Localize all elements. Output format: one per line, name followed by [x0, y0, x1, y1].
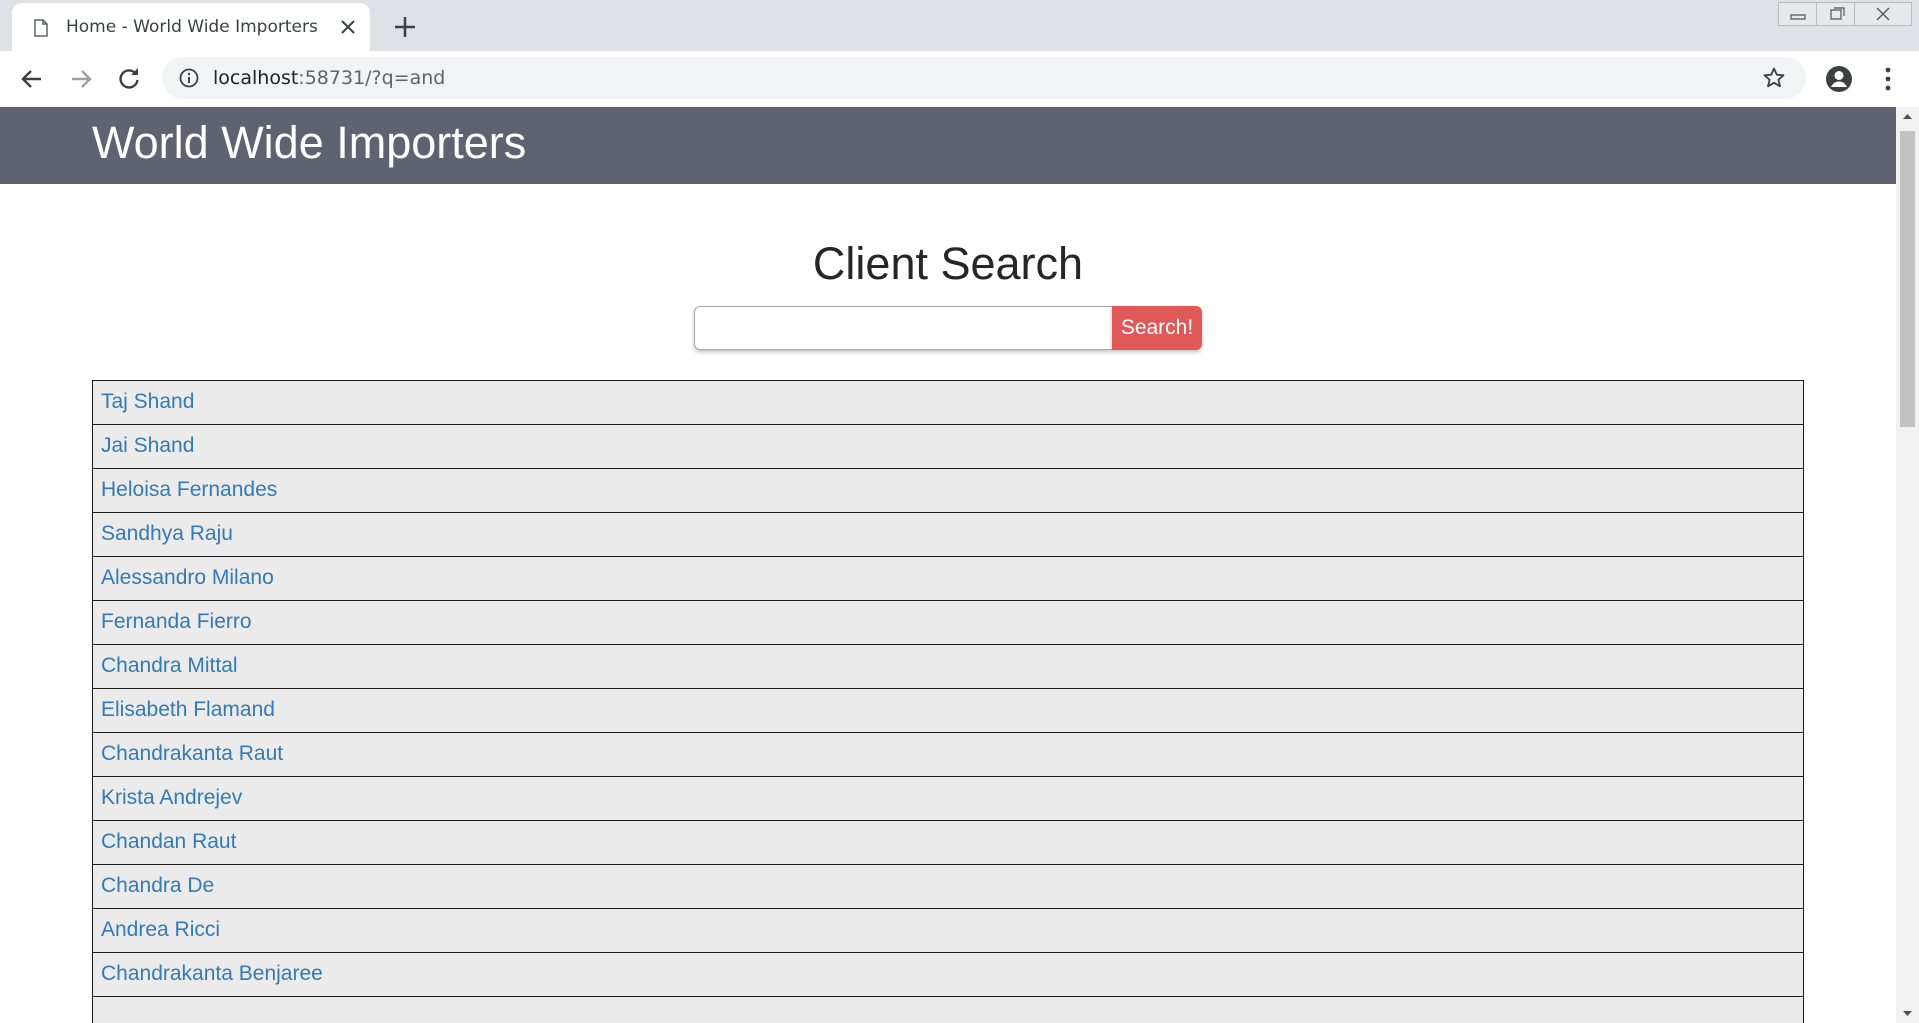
browser-tab-strip: Home - World Wide Importers: [0, 0, 1919, 51]
list-item: Chandan Raut: [92, 820, 1804, 865]
close-window-button[interactable]: [1854, 2, 1912, 26]
list-item: Fernanda Fierro: [92, 600, 1804, 645]
scroll-down-arrow-icon[interactable]: [1896, 1003, 1919, 1023]
list-item: Sandhya Raju: [92, 512, 1804, 557]
site-title[interactable]: World Wide Importers: [92, 117, 526, 169]
browser-toolbar: localhost:58731/?q=and: [0, 51, 1919, 108]
back-arrow-icon[interactable]: [18, 65, 46, 93]
client-link[interactable]: Chandrakanta Raut: [101, 742, 283, 765]
list-item: Alessandro Milano: [92, 556, 1804, 601]
client-link[interactable]: Chandan Raut: [101, 830, 236, 853]
page-icon: [34, 19, 48, 37]
client-link[interactable]: Chandra De: [101, 874, 214, 897]
search-button[interactable]: Search!: [1112, 306, 1202, 350]
forward-arrow-icon[interactable]: [67, 65, 95, 93]
client-link[interactable]: Jai Shand: [101, 434, 194, 457]
client-link[interactable]: Krista Andrejev: [101, 786, 242, 809]
list-item: Taj Shand: [92, 380, 1804, 425]
list-item: Andrea Ricci: [92, 908, 1804, 953]
page-viewport: World Wide Importers Client Search Searc…: [0, 107, 1896, 1023]
restore-window-button[interactable]: [1816, 2, 1856, 26]
list-item: Chandrakanta Raut: [92, 732, 1804, 777]
list-item: Elisabeth Flamand: [92, 688, 1804, 733]
list-item: Krista Andrejev: [92, 776, 1804, 821]
more-menu-icon[interactable]: [1876, 64, 1900, 94]
profile-avatar-icon[interactable]: [1824, 64, 1854, 94]
address-bar[interactable]: localhost:58731/?q=and: [162, 57, 1806, 99]
client-link[interactable]: Taj Shand: [101, 390, 194, 413]
scrollbar-thumb[interactable]: [1900, 131, 1915, 427]
client-link[interactable]: Chandrakanta Benjaree: [101, 962, 323, 985]
close-window-icon: [1876, 7, 1890, 21]
vertical-scrollbar[interactable]: [1896, 107, 1919, 1023]
minimize-window-button[interactable]: [1778, 2, 1818, 26]
client-link[interactable]: Elisabeth Flamand: [101, 698, 275, 721]
list-item: [92, 996, 1804, 1023]
tab-title: Home - World Wide Importers: [66, 17, 318, 37]
restore-icon: [1830, 7, 1845, 20]
scroll-up-arrow-icon[interactable]: [1896, 107, 1919, 127]
search-input[interactable]: [694, 306, 1112, 350]
page-title: Client Search: [812, 238, 1084, 289]
client-link[interactable]: Alessandro Milano: [101, 566, 274, 589]
client-link[interactable]: Heloisa Fernandes: [101, 478, 277, 501]
client-link[interactable]: Sandhya Raju: [101, 522, 233, 545]
list-item: Chandrakanta Benjaree: [92, 952, 1804, 997]
minimize-icon: [1790, 14, 1806, 20]
client-results-list: Taj Shand Jai Shand Heloisa Fernandes Sandh…: [92, 380, 1804, 1023]
client-link[interactable]: Chandra Mittal: [101, 654, 238, 677]
list-item: Jai Shand: [92, 424, 1804, 469]
site-header: World Wide Importers: [0, 107, 1896, 184]
reload-icon[interactable]: [115, 65, 143, 93]
info-icon[interactable]: [178, 67, 200, 89]
list-item: Heloisa Fernandes: [92, 468, 1804, 513]
client-link[interactable]: Fernanda Fierro: [101, 610, 252, 633]
client-link[interactable]: Andrea Ricci: [101, 918, 220, 941]
bookmark-star-icon[interactable]: [1762, 66, 1786, 90]
list-item: Chandra De: [92, 864, 1804, 909]
list-item: Chandra Mittal: [92, 644, 1804, 689]
url-path: :58731/?q=and: [298, 67, 446, 89]
browser-tab[interactable]: Home - World Wide Importers: [12, 3, 370, 51]
new-tab-icon[interactable]: [392, 14, 418, 40]
url-text[interactable]: localhost:58731/?q=and: [213, 67, 445, 89]
url-host: localhost: [213, 67, 299, 89]
close-tab-icon[interactable]: [338, 17, 358, 37]
